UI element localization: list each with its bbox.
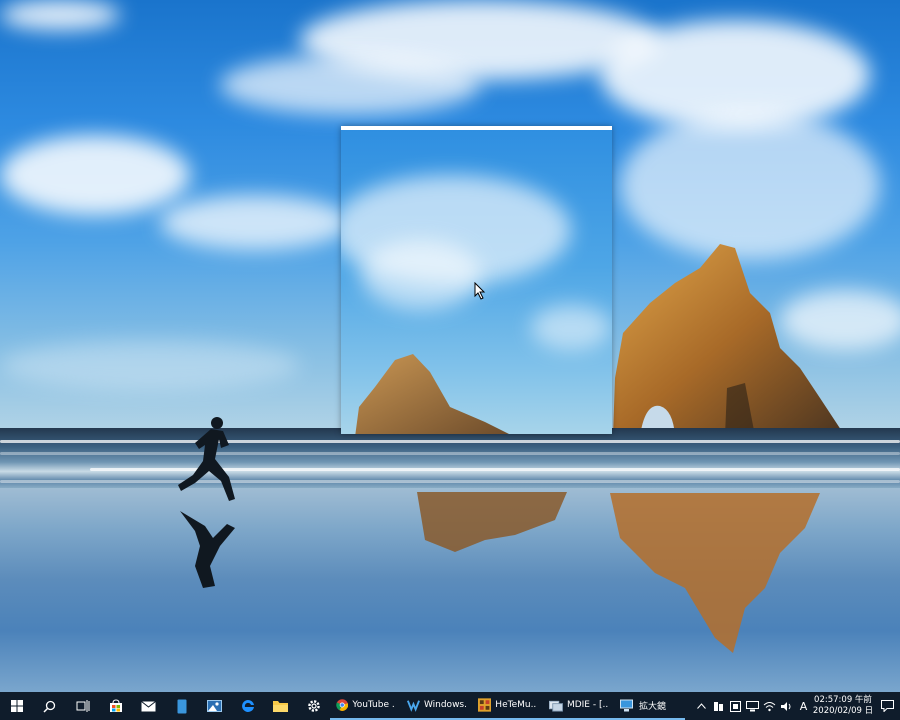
wave <box>0 440 900 443</box>
taskbar-app-label: YouTube ... <box>352 700 395 710</box>
network-icon <box>746 700 759 711</box>
task-view-icon <box>76 700 89 712</box>
show-hidden-icons-button[interactable] <box>693 692 710 720</box>
edge-icon <box>241 699 254 712</box>
start-button[interactable] <box>0 692 33 720</box>
system-tray: A 02:57:09 午前 2020/02/09 日 <box>693 692 900 720</box>
phone-icon <box>177 699 186 713</box>
settings-gear-icon <box>307 700 320 712</box>
runner-silhouette <box>178 417 235 501</box>
taskbar: YouTube ... Windows... HeTeMu... MDIE - … <box>0 692 900 720</box>
tray-network-button[interactable] <box>744 692 761 720</box>
search-icon <box>43 700 56 713</box>
taskbar-app-label: MDIE - [... <box>566 700 608 710</box>
photo-icon <box>207 700 222 712</box>
wifi-icon <box>763 701 776 711</box>
cloud <box>0 0 120 30</box>
hetemu-icon <box>478 698 492 712</box>
rock-arch <box>613 244 845 436</box>
taskbar-app-label: 拡大鏡 <box>639 701 667 712</box>
store-icon <box>109 699 122 712</box>
file-explorer-button[interactable] <box>264 692 297 720</box>
cloud <box>220 55 480 115</box>
magnified-cloud <box>361 240 481 310</box>
file-explorer-icon <box>273 701 288 712</box>
tray-volume-button[interactable] <box>778 692 795 720</box>
taskbar-app-magnifier[interactable]: 拡大鏡 <box>614 692 685 720</box>
windows-logo-icon <box>10 700 23 712</box>
phone-button[interactable] <box>165 692 198 720</box>
ime-mode-button[interactable]: A <box>795 692 812 720</box>
search-button[interactable] <box>33 692 66 720</box>
magnifier-lens-window[interactable] <box>341 126 612 434</box>
mail-icon <box>141 700 156 711</box>
magnified-cloud <box>531 305 611 350</box>
clock-time: 02:57:09 午前 <box>814 695 872 705</box>
taskbar-app-windows[interactable]: Windows... <box>401 692 472 720</box>
taskbar-app-label: Windows... <box>423 700 466 710</box>
cloud <box>0 135 190 215</box>
mouse-pointer-icon <box>474 282 486 300</box>
runner-reflection <box>180 511 235 588</box>
device-icon <box>730 700 741 712</box>
wave <box>0 452 900 455</box>
ime-mode-label: A <box>799 699 808 713</box>
magnifier-icon <box>620 699 633 711</box>
tray-wifi-button[interactable] <box>761 692 778 720</box>
task-view-button[interactable] <box>66 692 99 720</box>
chrome-icon <box>336 699 349 711</box>
notification-icon <box>880 700 894 712</box>
action-center-button[interactable] <box>874 692 900 720</box>
mdie-icon <box>549 700 563 712</box>
windows-app-icon <box>407 700 420 712</box>
edge-button[interactable] <box>231 692 264 720</box>
desktop-wallpaper <box>0 0 900 692</box>
taskbar-app-youtube[interactable]: YouTube ... <box>330 692 401 720</box>
cloud <box>160 195 350 250</box>
rock-reflection-small <box>417 492 567 552</box>
wallpaper-wet-sand <box>0 488 900 692</box>
volume-icon <box>781 701 791 711</box>
settings-button[interactable] <box>297 692 330 720</box>
taskbar-app-label: HeTeMu... <box>495 700 537 710</box>
taskbar-app-mdie[interactable]: MDIE - [... <box>543 692 614 720</box>
store-button[interactable] <box>99 692 132 720</box>
mail-button[interactable] <box>132 692 165 720</box>
people-icon <box>714 701 723 711</box>
taskbar-app-hetemu[interactable]: HeTeMu... <box>472 692 543 720</box>
taskbar-clock[interactable]: 02:57:09 午前 2020/02/09 日 <box>812 695 874 717</box>
magnified-rock <box>355 354 509 434</box>
wallpaper-sea <box>0 428 900 490</box>
wave <box>0 480 900 483</box>
cloud <box>0 340 300 390</box>
photos-button[interactable] <box>198 692 231 720</box>
tray-people-button[interactable] <box>710 692 727 720</box>
clock-date: 2020/02/09 日 <box>812 706 874 716</box>
rock-reflection <box>610 493 820 653</box>
tray-device-button[interactable] <box>727 692 744 720</box>
chevron-up-icon <box>697 703 706 709</box>
